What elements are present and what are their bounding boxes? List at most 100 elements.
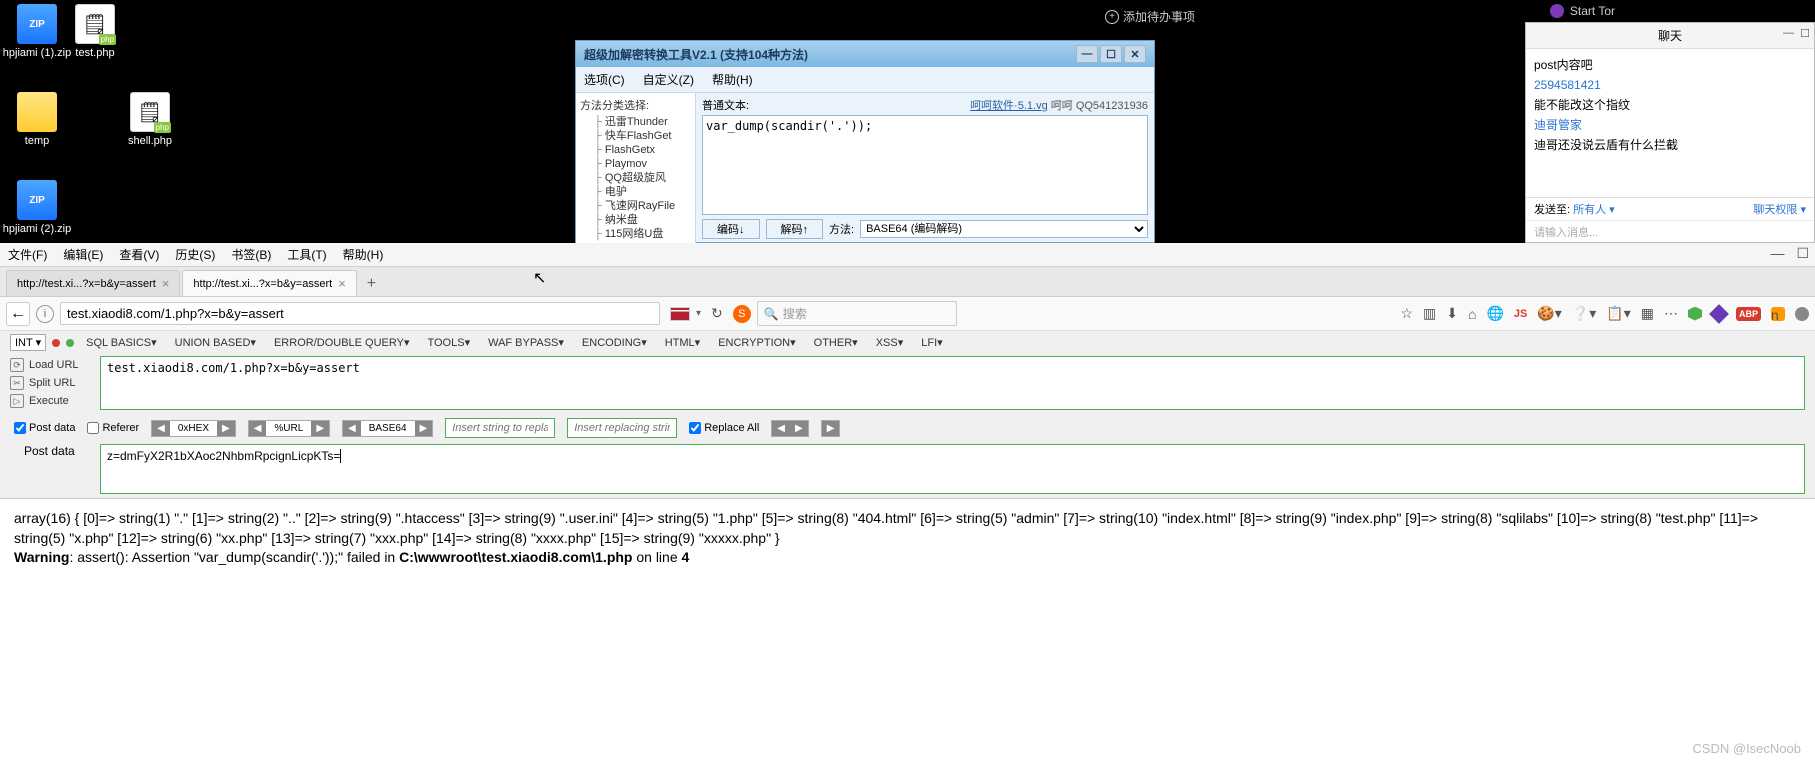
menu-edit[interactable]: 编辑(E) <box>63 246 103 263</box>
hb-sql[interactable]: SQL BASICS▾ <box>80 336 163 349</box>
load-url-button[interactable]: ⟳Load URL <box>10 356 100 374</box>
extra-button[interactable]: ▶ <box>821 420 841 437</box>
desktop-icon-hpjiami2[interactable]: ZIPhpjiami (2).zip <box>2 180 72 235</box>
desktop-icon-temp[interactable]: temp <box>2 92 72 147</box>
tab-close-icon[interactable]: × <box>162 276 170 291</box>
bookmark-star-icon[interactable]: ☆ <box>1400 305 1413 322</box>
taskbar-start-tor[interactable]: Start Tor <box>1550 4 1615 18</box>
menu-help[interactable]: 帮助(H) <box>712 71 753 88</box>
encoder-titlebar[interactable]: 超级加解密转换工具V2.1 (支持104种方法) — ☐ ✕ <box>576 41 1154 67</box>
menu-custom[interactable]: 自定义(Z) <box>643 71 694 88</box>
chat-input[interactable]: 请输入消息... <box>1526 220 1814 242</box>
js-icon[interactable]: JS <box>1514 308 1527 320</box>
cookie-icon[interactable]: 🍪▾ <box>1537 305 1561 322</box>
menu-view[interactable]: 查看(V) <box>119 246 159 263</box>
chat-max[interactable]: ☐ <box>1800 27 1810 40</box>
menu-bookmarks[interactable]: 书签(B) <box>231 246 271 263</box>
replace-go-button[interactable]: ◀▶ <box>771 420 808 437</box>
chat-permission[interactable]: 聊天权限 ▾ <box>1753 201 1806 217</box>
hb-encoding[interactable]: ENCODING▾ <box>576 336 653 349</box>
menu-tools[interactable]: 工具(T) <box>287 246 326 263</box>
red-dot-icon[interactable] <box>52 339 60 347</box>
abp-icon[interactable]: ABP <box>1736 307 1761 321</box>
download-icon[interactable]: ⬇ <box>1446 305 1458 322</box>
hb-html[interactable]: HTML▾ <box>659 336 706 349</box>
load-icon: ⟳ <box>10 358 24 372</box>
hb-lfi[interactable]: LFI▾ <box>915 336 948 349</box>
noscript-icon[interactable]: S <box>733 305 751 323</box>
postdata-input[interactable]: z=dmFyX2R1bXAoc2NhbmRpcignLicpKTs= <box>100 444 1805 494</box>
shield-icon[interactable] <box>1688 307 1702 321</box>
home-icon[interactable]: ⌂ <box>1468 306 1476 322</box>
split-url-button[interactable]: ✂Split URL <box>10 374 100 392</box>
back-button[interactable]: ← <box>6 302 30 326</box>
search-input[interactable]: 🔍 搜索 <box>757 301 957 326</box>
gray-circle-icon[interactable] <box>1795 307 1809 321</box>
tab-2[interactable]: http://test.xi...?x=b&y=assert× <box>182 270 356 296</box>
reload-button[interactable]: ↻ <box>707 305 727 322</box>
chat-user-name[interactable]: 迪哥管家 <box>1534 115 1806 135</box>
encoder-menubar: 选项(C) 自定义(Z) 帮助(H) <box>576 67 1154 93</box>
browser-window: 文件(F) 编辑(E) 查看(V) 历史(S) 书签(B) 工具(T) 帮助(H… <box>0 243 1815 762</box>
options-icon[interactable]: ⋯ <box>1664 305 1678 322</box>
square-icon[interactable]: n <box>1771 307 1785 321</box>
browser-min[interactable]: — <box>1770 245 1784 262</box>
menu-file[interactable]: 文件(F) <box>8 246 47 263</box>
referer-checkbox[interactable]: Referer <box>87 422 139 434</box>
chat-user-id[interactable]: 2594581421 <box>1534 75 1806 95</box>
library-icon[interactable]: ▥ <box>1423 305 1436 322</box>
hackbar-url-input[interactable]: test.xiaodi8.com/1.php?x=b&y=assert <box>100 356 1805 410</box>
hb-error[interactable]: ERROR/DOUBLE QUERY▾ <box>268 336 416 349</box>
taskbar-addtodo[interactable]: +添加待办事项 <box>1105 8 1195 25</box>
desktop-icon-testphp[interactable]: phptest.php <box>60 4 130 59</box>
browser-max[interactable]: ☐ <box>1796 245 1809 262</box>
close-button[interactable]: ✕ <box>1124 45 1146 63</box>
execute-button[interactable]: ▷Execute <box>10 392 100 410</box>
method-select[interactable]: BASE64 (编码解码) <box>860 220 1148 238</box>
minimize-button[interactable]: — <box>1076 45 1098 63</box>
encoder-category-tree[interactable]: 方法分类选择: 迅雷Thunder 快车FlashGet FlashGetx P… <box>576 93 696 243</box>
decode-button[interactable]: 解码↑ <box>766 219 824 239</box>
site-info-icon[interactable]: i <box>36 305 54 323</box>
encoder-link[interactable]: 呵呵软件·5.1.vg <box>970 100 1048 112</box>
tab-close-icon[interactable]: × <box>338 276 346 291</box>
url-button[interactable]: ◀%URL▶ <box>248 420 330 437</box>
base64-button[interactable]: ◀BASE64▶ <box>342 420 433 437</box>
hb-tools[interactable]: TOOLS▾ <box>421 336 476 349</box>
replaceall-checkbox[interactable]: Replace All <box>689 422 759 434</box>
hb-encryption[interactable]: ENCRYPTION▾ <box>712 336 801 349</box>
green-dot-icon[interactable] <box>66 339 74 347</box>
globe-icon[interactable]: 🌐 <box>1486 305 1503 322</box>
encoder-textarea[interactable] <box>702 115 1148 215</box>
flag-icon[interactable] <box>670 307 690 321</box>
menu-options[interactable]: 选项(C) <box>584 71 625 88</box>
replace-from-input[interactable] <box>445 418 555 438</box>
output-warning: Warning: assert(): Assertion "var_dump(s… <box>14 548 1801 568</box>
menu-help[interactable]: 帮助(H) <box>343 246 384 263</box>
url-input[interactable]: test.xiaodi8.com/1.php?x=b&y=assert <box>60 302 660 325</box>
tab-1[interactable]: http://test.xi...?x=b&y=assert× <box>6 270 180 296</box>
chat-min[interactable]: — <box>1783 27 1794 40</box>
dev-icon[interactable]: ▦ <box>1641 305 1654 322</box>
chat-header: 聊天 —☐ <box>1526 23 1814 49</box>
postdata-checkbox[interactable]: Post data <box>14 422 75 434</box>
chat-sendto-select[interactable]: 所有人 ▾ <box>1573 204 1615 216</box>
menu-history[interactable]: 历史(S) <box>175 246 215 263</box>
list-icon[interactable]: 📋▾ <box>1606 305 1630 322</box>
maximize-button[interactable]: ☐ <box>1100 45 1122 63</box>
cube-icon[interactable] <box>1709 304 1729 324</box>
desktop-icon-shellphp[interactable]: phpshell.php <box>115 92 185 147</box>
chat-body: post内容吧 2594581421 能不能改这个指纹 迪哥管家 迪哥还没说云盾… <box>1526 49 1814 161</box>
hb-union[interactable]: UNION BASED▾ <box>169 336 262 349</box>
hb-other[interactable]: OTHER▾ <box>808 336 864 349</box>
hb-waf[interactable]: WAF BYPASS▾ <box>482 336 570 349</box>
new-tab-button[interactable]: + <box>359 272 384 296</box>
help-icon[interactable]: ❔▾ <box>1572 305 1596 322</box>
plus-icon: + <box>1105 10 1119 24</box>
oxhex-button[interactable]: ◀0xHEX▶ <box>151 420 236 437</box>
hb-xss[interactable]: XSS▾ <box>870 336 910 349</box>
replace-to-input[interactable] <box>567 418 677 438</box>
hackbar-type-select[interactable]: INT ▾ <box>10 334 46 351</box>
split-icon: ✂ <box>10 376 24 390</box>
encode-button[interactable]: 编码↓ <box>702 219 760 239</box>
